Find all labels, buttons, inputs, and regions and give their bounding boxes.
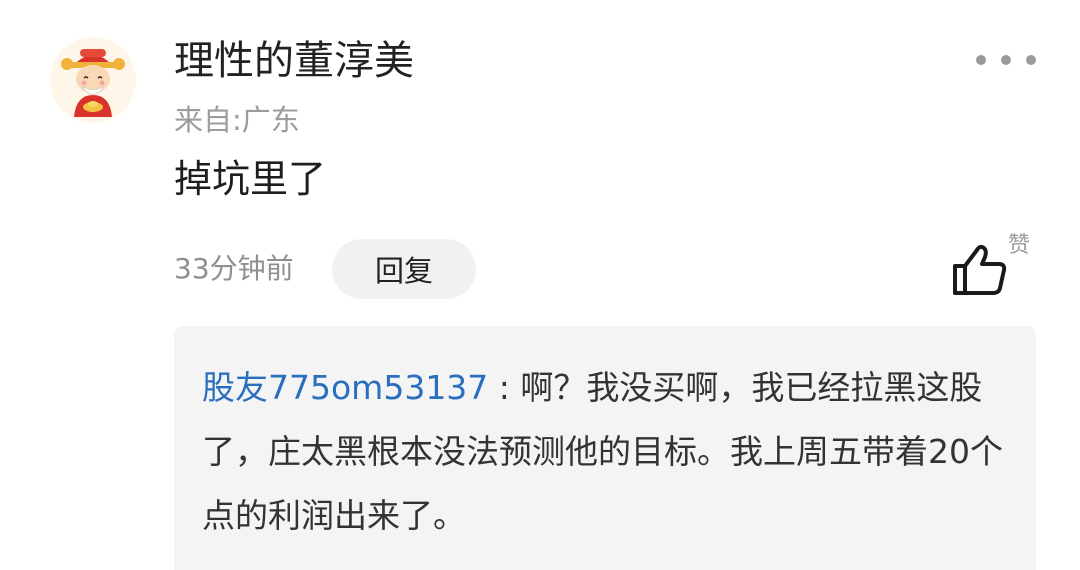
more-options-button[interactable] xyxy=(976,48,1036,72)
reply-content: 股友775om53137 : 啊？我没买啊，我已经拉黑这股了，庄太黑根本没法预测… xyxy=(202,356,1012,548)
like-label: 赞 xyxy=(1008,233,1031,258)
comment-text: 掉坑里了 xyxy=(174,157,327,201)
like-button[interactable]: 赞 xyxy=(946,232,1042,302)
reply-username-link[interactable]: 股友775om53137 xyxy=(202,368,488,407)
more-dots-icon xyxy=(976,55,986,65)
location-label: 来自:广东 xyxy=(174,103,300,137)
god-of-wealth-avatar-icon xyxy=(50,37,136,123)
reply-button[interactable]: 回复 xyxy=(332,239,476,299)
thumbs-up-icon xyxy=(953,244,1007,295)
more-dots-icon xyxy=(1001,55,1011,65)
timestamp: 33分钟前 xyxy=(174,252,294,285)
avatar[interactable] xyxy=(50,37,136,123)
comment-card: 理性的董淳美 来自:广东 掉坑里了 33分钟前 回复 赞 股友775om5313… xyxy=(0,0,1080,570)
username[interactable]: 理性的董淳美 xyxy=(174,34,414,88)
reply-quote-box: 股友775om53137 : 啊？我没买啊，我已经拉黑这股了，庄太黑根本没法预测… xyxy=(174,326,1036,570)
reply-separator: : xyxy=(488,368,521,407)
more-dots-icon xyxy=(1026,55,1036,65)
